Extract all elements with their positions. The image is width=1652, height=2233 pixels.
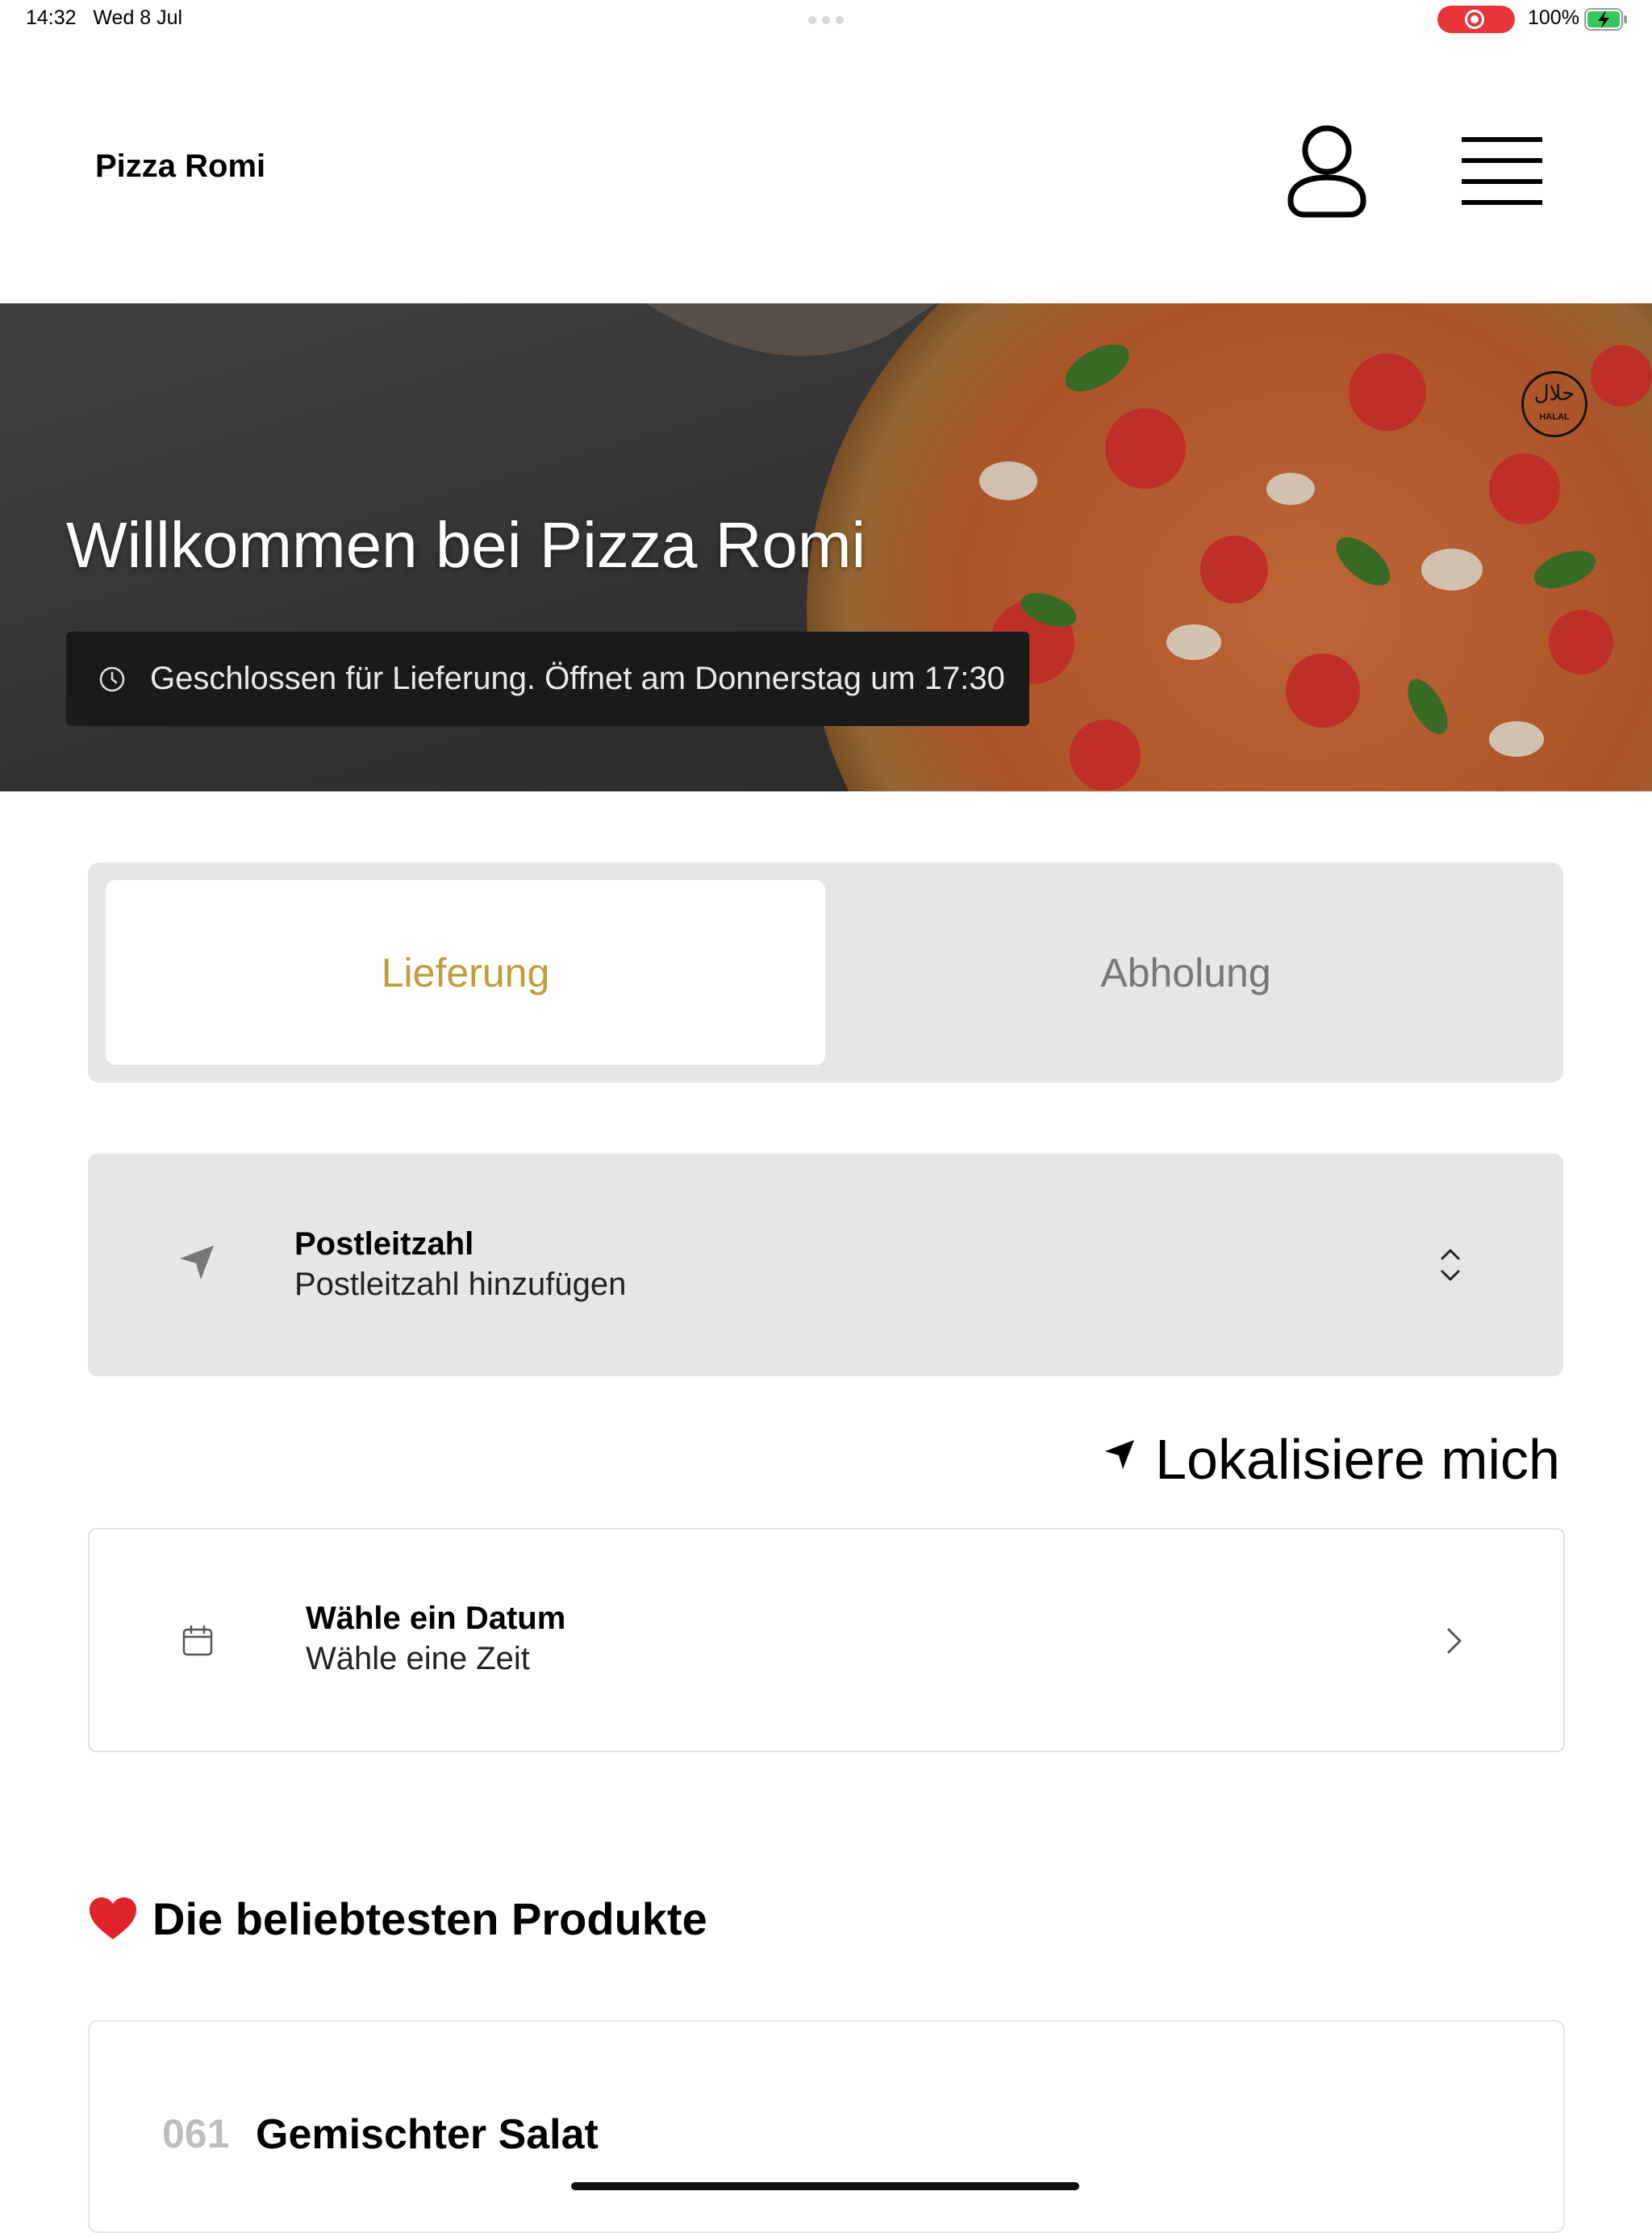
location-arrow-icon [1105,1440,1134,1469]
person-icon[interactable] [1287,124,1366,219]
locate-me-button[interactable]: Lokalisiere mich [1103,1424,1563,1491]
date-label: Wähle ein Datum [306,1601,566,1636]
clock-icon [99,666,125,692]
battery-charging-icon [1584,8,1627,31]
app-title[interactable]: Pizza Romi [95,148,265,185]
hamburger-menu-icon[interactable] [1462,136,1542,207]
screen-recording-indicator[interactable] [1437,6,1515,33]
opening-status-banner: Geschlossen für Lieferung. Öffnet am Don… [66,632,1029,726]
multitasking-dots[interactable] [808,16,844,24]
tab-delivery[interactable]: Lieferung [106,880,825,1065]
postal-code-value: Postleitzahl hinzufügen [294,1267,627,1302]
popular-products-title: Die beliebtesten Produkte [152,1893,707,1944]
product-card[interactable]: 061 Gemischter Salat [88,2020,1565,2233]
product-number: 061 [162,2111,230,2156]
location-arrow-icon [180,1246,214,1279]
chevron-right-icon [1447,1628,1462,1654]
chevron-up-down-icon [1441,1249,1460,1281]
date-time-picker[interactable]: Wähle ein Datum Wähle eine Zeit [88,1528,1565,1752]
postal-code-label: Postleitzahl [294,1226,474,1262]
halal-badge-icon: حلال HALAL [1521,371,1587,437]
calendar-icon [182,1625,213,1656]
locate-me-label: Lokalisiere mich [1155,1428,1560,1491]
order-mode-toggle: Lieferung Abholung [88,862,1563,1083]
time-label: Wähle eine Zeit [306,1641,530,1676]
postal-code-selector[interactable]: Postleitzahl Postleitzahl hinzufügen [88,1154,1563,1376]
opening-status-text: Geschlossen für Lieferung. Öffnet am Don… [150,661,1005,696]
welcome-title: Willkommen bei Pizza Romi [66,509,866,581]
product-name: Gemischter Salat [256,2111,599,2158]
status-bar: 14:32 Wed 8 Jul 100% [0,0,1652,39]
status-time: 14:32 Wed 8 Jul [26,6,183,29]
tab-pickup[interactable]: Abholung [826,880,1546,1065]
home-indicator[interactable] [571,2182,1079,2190]
hero-banner: حلال HALAL Willkommen bei Pizza Romi Ges… [0,303,1652,791]
heart-icon [90,1897,136,1939]
battery-percentage: 100% [1528,6,1579,29]
